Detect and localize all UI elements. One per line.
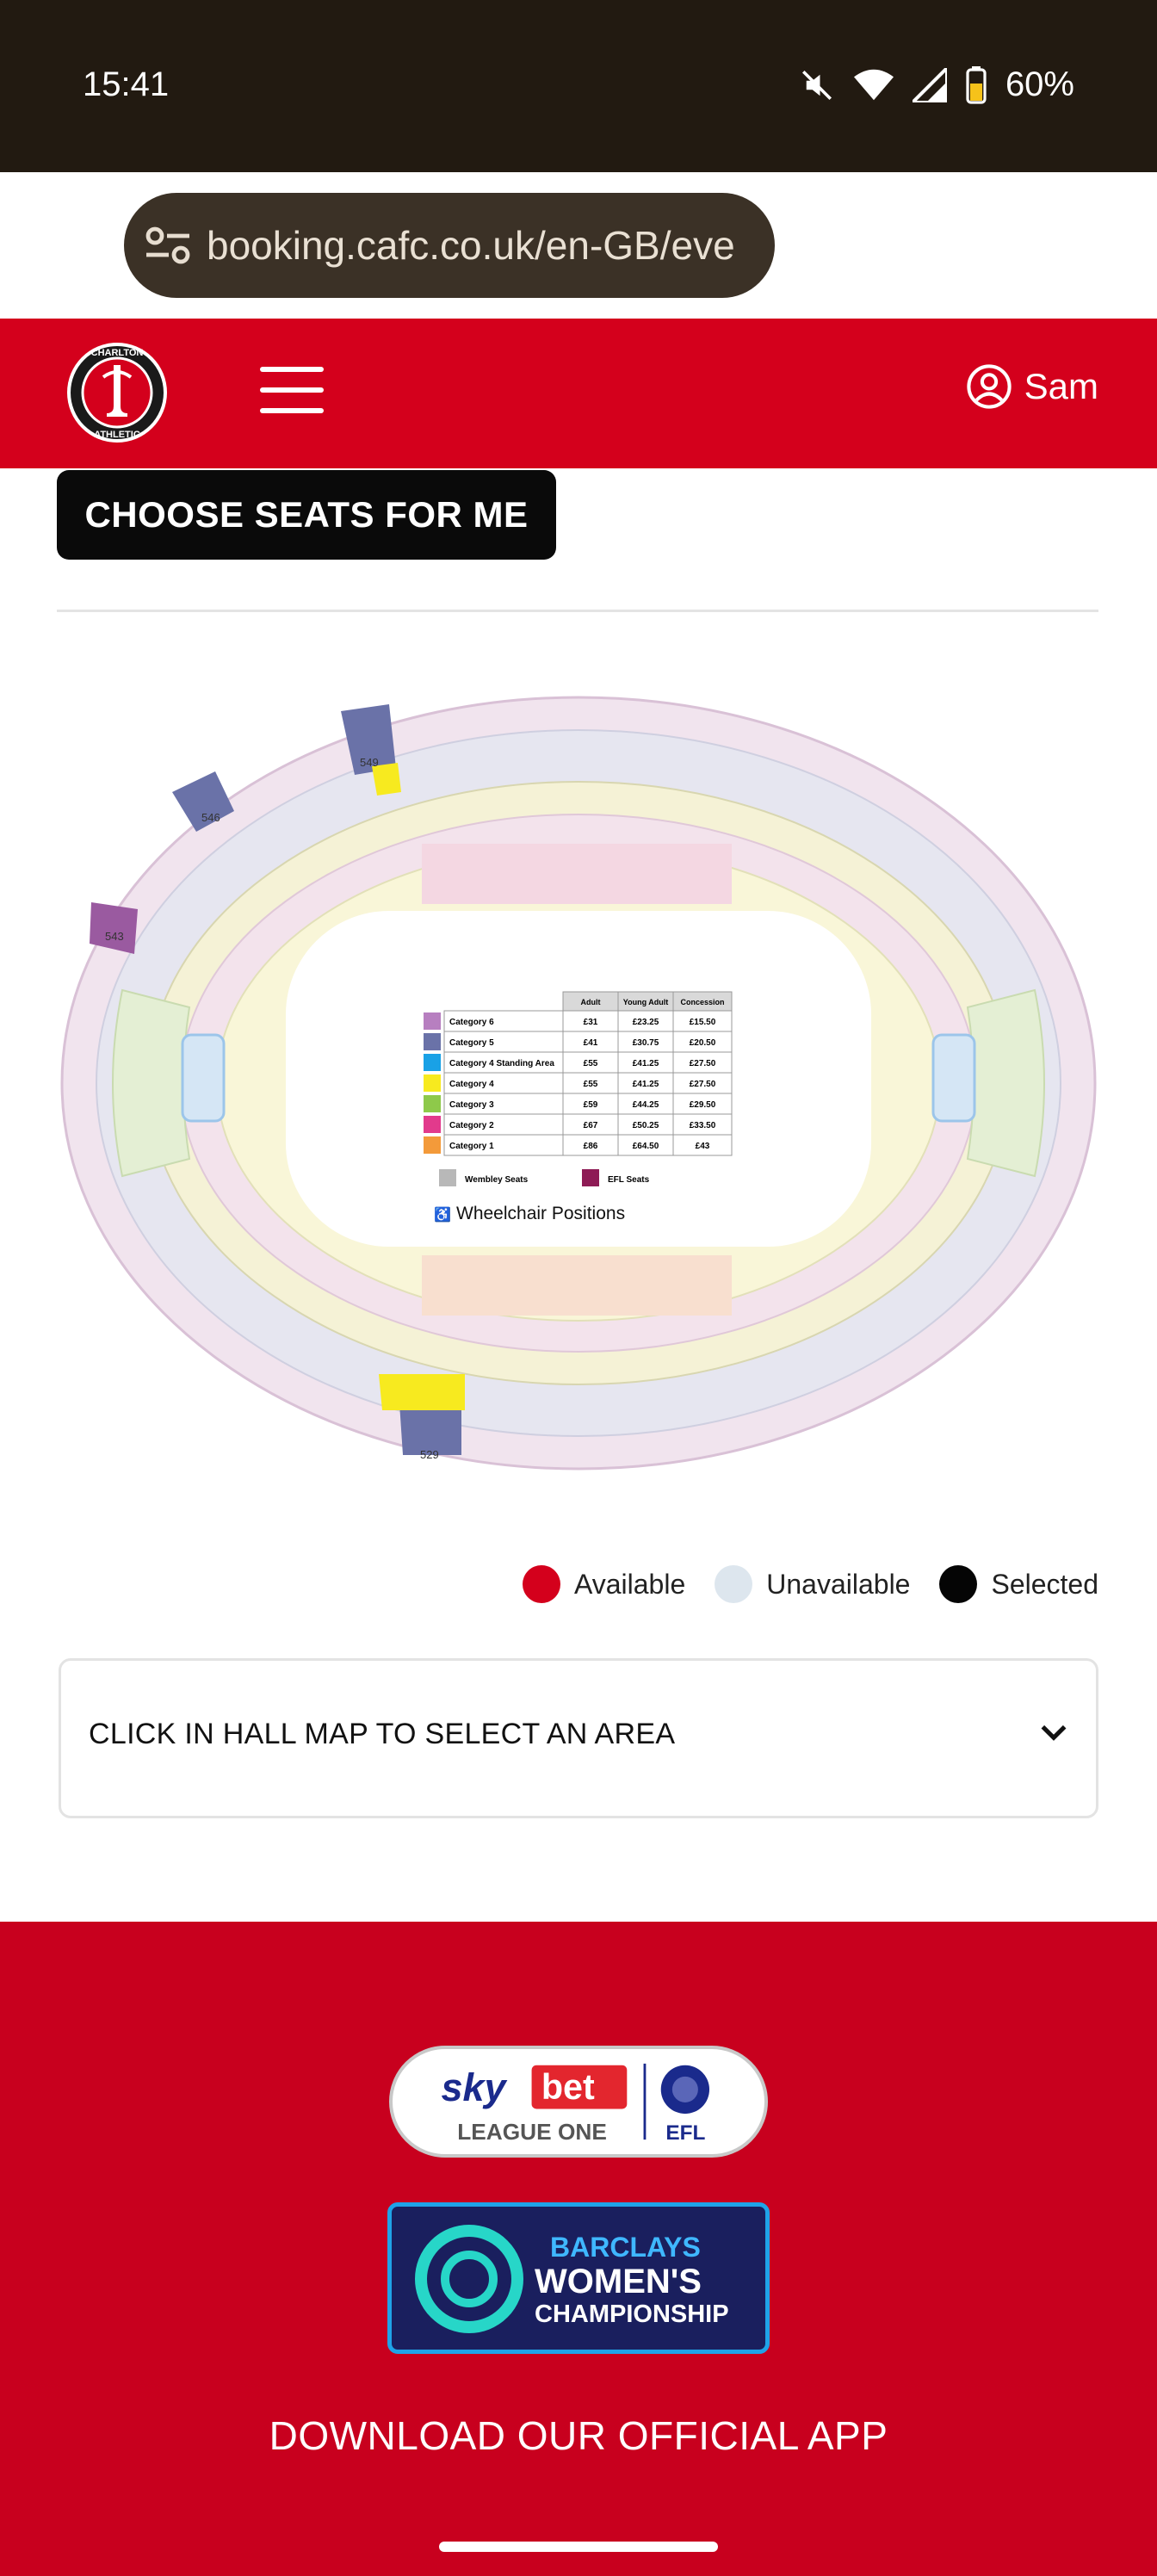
logo-efl: EFL xyxy=(665,2121,705,2145)
legend-available-label: Available xyxy=(573,1568,686,1600)
category-swatch xyxy=(424,1095,441,1112)
price-row-young-adult: £30.75 xyxy=(633,1038,659,1048)
price-row-category: Category 4 xyxy=(449,1080,494,1089)
status-bar: 15:41 60% booking.cafc.co.uk/en-GB/eve +… xyxy=(0,0,1157,298)
sky-bet-league-one-logo[interactable]: sky bet LEAGUE ONE EFL xyxy=(389,2046,768,2158)
block-label-543: 543 xyxy=(105,930,124,943)
url-text[interactable]: booking.cafc.co.uk/en-GB/eve xyxy=(207,222,758,269)
club-logo[interactable]: CHARLTON ATHLETIC xyxy=(65,341,169,444)
mute-icon xyxy=(801,70,832,100)
price-row-concession: £43 xyxy=(696,1142,710,1151)
category-swatch xyxy=(424,1033,441,1050)
status-icons: 60% xyxy=(799,65,1074,104)
col-young-adult: Young Adult xyxy=(623,998,668,1006)
price-row-adult: £67 xyxy=(584,1121,598,1130)
key-wembley-seats: Wembley Seats xyxy=(465,1175,529,1185)
block-label-549: 549 xyxy=(360,756,379,769)
stadium-map[interactable]: 549 546 543 529 Adult Young Adult Conces… xyxy=(52,680,1105,1524)
tab-switcher-button[interactable]: 2 xyxy=(949,220,993,265)
site-header: CHARLTON ATHLETIC Sam xyxy=(0,319,1157,468)
club-logo-text-bottom: ATHLETIC xyxy=(94,430,140,440)
site-settings-icon[interactable] xyxy=(145,224,191,267)
overflow-menu-icon[interactable] xyxy=(1085,215,1102,272)
home-icon[interactable] xyxy=(33,214,93,274)
browser-toolbar: booking.cafc.co.uk/en-GB/eve + 2 xyxy=(0,189,1157,301)
price-row-concession: £20.50 xyxy=(690,1038,716,1048)
logo-league-one: LEAGUE ONE xyxy=(457,2119,607,2145)
price-row-category: Category 2 xyxy=(449,1121,494,1130)
chevron-down-icon[interactable] xyxy=(1037,1716,1070,1749)
logo-sky: sky xyxy=(441,2065,507,2109)
price-row-adult: £59 xyxy=(584,1100,598,1110)
category-swatch xyxy=(424,1054,441,1071)
url-bar[interactable]: booking.cafc.co.uk/en-GB/eve xyxy=(124,193,775,298)
price-row-category: Category 4 Standing Area xyxy=(449,1059,554,1068)
gesture-nav-handle[interactable] xyxy=(439,2542,718,2552)
price-row-category: Category 5 xyxy=(449,1038,494,1048)
logo-championship: CHAMPIONSHIP xyxy=(535,2300,729,2328)
price-row-category: Category 3 xyxy=(449,1100,494,1110)
area-select-label: CLICK IN HALL MAP TO SELECT AN AREA xyxy=(89,1718,676,1750)
battery-icon xyxy=(966,65,987,104)
category-swatch xyxy=(424,1074,441,1092)
price-row-young-adult: £44.25 xyxy=(633,1100,659,1110)
price-row-concession: £29.50 xyxy=(690,1100,716,1110)
price-row-adult: £41 xyxy=(584,1038,598,1048)
block-label-529: 529 xyxy=(420,1448,439,1461)
divider xyxy=(57,610,1098,612)
legend-unavailable-label: Unavailable xyxy=(766,1568,911,1600)
legend-available: Available xyxy=(522,1565,686,1603)
price-row-young-adult: £41.25 xyxy=(633,1059,659,1068)
price-row-category: Category 1 xyxy=(449,1142,494,1151)
wifi-icon xyxy=(853,69,894,100)
price-row-adult: £86 xyxy=(584,1142,598,1151)
wheelchair-label: Wheelchair Positions xyxy=(456,1204,625,1223)
price-row-young-adult: £64.50 xyxy=(633,1142,659,1151)
menu-icon[interactable] xyxy=(260,367,324,413)
logo-bet: bet xyxy=(541,2067,595,2107)
price-row-young-adult: £50.25 xyxy=(633,1121,659,1130)
user-icon xyxy=(966,364,1012,409)
wheelchair-icon: ♿ xyxy=(434,1206,451,1223)
col-concession: Concession xyxy=(680,998,724,1006)
new-tab-icon[interactable]: + xyxy=(813,211,849,273)
legend-selected: Selected xyxy=(939,1565,1098,1603)
barclays-womens-championship-logo[interactable]: BARCLAYS WOMEN'S CHAMPIONSHIP xyxy=(387,2202,770,2354)
price-row-adult: £55 xyxy=(584,1080,598,1089)
logo-barclays: BARCLAYS xyxy=(550,2232,701,2263)
signal-icon xyxy=(912,67,947,102)
logo-womens: WOMEN'S xyxy=(535,2263,702,2300)
category-swatch xyxy=(424,1012,441,1030)
price-row-concession: £33.50 xyxy=(690,1121,716,1130)
choose-seats-button[interactable]: CHOOSE SEATS FOR ME xyxy=(57,470,556,560)
status-time: 15:41 xyxy=(83,65,170,103)
club-logo-text-top: CHARLTON xyxy=(91,348,144,358)
category-swatch xyxy=(424,1136,441,1154)
unavailable-dot xyxy=(715,1565,753,1603)
price-row-young-adult: £23.25 xyxy=(633,1018,659,1027)
price-row-category: Category 6 xyxy=(449,1018,494,1027)
price-row-adult: £31 xyxy=(584,1018,598,1027)
legend-selected-label: Selected xyxy=(991,1568,1098,1600)
battery-percent: 60% xyxy=(1005,65,1074,103)
price-row-concession: £15.50 xyxy=(690,1018,716,1027)
area-select-dropdown[interactable]: CLICK IN HALL MAP TO SELECT AN AREA xyxy=(59,1658,1098,1818)
selected-dot xyxy=(939,1565,978,1603)
price-row-concession: £27.50 xyxy=(690,1059,716,1068)
price-row-adult: £55 xyxy=(584,1059,598,1068)
legend-unavailable: Unavailable xyxy=(715,1565,910,1603)
col-adult: Adult xyxy=(581,998,601,1006)
price-row-young-adult: £41.25 xyxy=(633,1080,659,1089)
account-button[interactable]: Sam xyxy=(966,363,1098,410)
user-name: Sam xyxy=(1024,366,1098,406)
download-app-heading[interactable]: DOWNLOAD OUR OFFICIAL APP xyxy=(0,2412,1157,2459)
available-dot xyxy=(522,1565,560,1603)
footer: sky bet LEAGUE ONE EFL BARCLAYS WOMEN'S … xyxy=(0,1922,1157,2576)
block-label-546: 546 xyxy=(201,811,220,824)
key-efl-seats: EFL Seats xyxy=(608,1175,650,1185)
price-row-concession: £27.50 xyxy=(690,1080,716,1089)
category-swatch xyxy=(424,1116,441,1133)
seat-legend: Available Unavailable Selected xyxy=(509,1565,1098,1603)
